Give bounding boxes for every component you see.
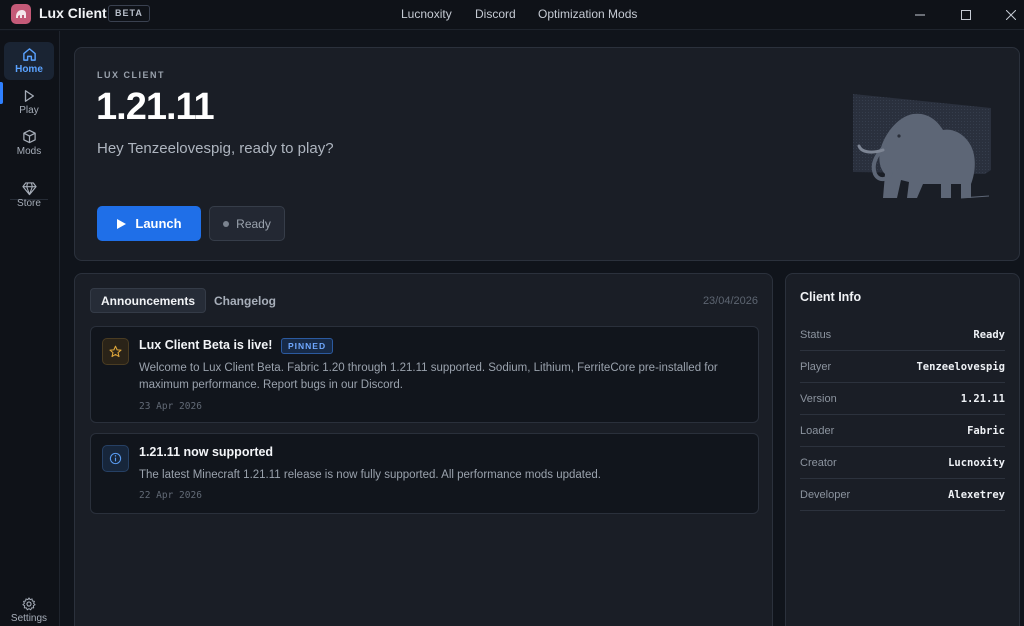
launch-label: Launch <box>135 216 182 231</box>
play-icon <box>24 89 35 102</box>
client-info-title: Client Info <box>800 290 862 304</box>
sidebar-item-label: Store <box>17 198 41 209</box>
sidebar-item-play[interactable]: Play <box>4 83 54 121</box>
info-key: Developer <box>800 488 851 501</box>
info-value: Lucnoxity <box>948 456 1005 469</box>
beta-badge: BETA <box>108 5 150 22</box>
info-icon <box>102 445 129 472</box>
version-heading: 1.21.11 <box>96 86 215 128</box>
nav-link-lucnoxity[interactable]: Lucnoxity <box>401 7 452 21</box>
sidebar-item-label: Mods <box>16 146 42 157</box>
minimize-icon <box>915 14 925 16</box>
title-bar: Lux Client BETA Lucnoxity Discord Optimi… <box>0 0 1024 30</box>
info-row-status: Status Ready <box>800 319 1005 351</box>
app-title: Lux Client <box>39 5 107 21</box>
tab-changelog[interactable]: Changelog <box>204 288 286 313</box>
sidebar-item-home[interactable]: Home <box>4 42 54 80</box>
sidebar-item-label: Play <box>19 104 39 116</box>
card-title: Lux Client Beta is live! <box>139 338 273 352</box>
info-value: 1.21.11 <box>960 392 1005 405</box>
card-body: Welcome to Lux Client Beta. Fabric 1.20 … <box>139 362 718 391</box>
status-label: Ready <box>236 216 271 231</box>
info-row-loader: Loader Fabric <box>800 415 1005 447</box>
close-button[interactable] <box>988 0 1024 30</box>
announcement-card[interactable]: Lux Client Beta is live! PINNED Welcome … <box>90 326 759 423</box>
card-date: 23 Apr 2026 <box>139 401 202 412</box>
sidebar-item-mods[interactable]: Mods <box>4 124 54 162</box>
greeting-text: Hey Tenzeelovespig, ready to play? <box>97 140 334 157</box>
client-info-panel: Client Info Status Ready Player Tenzeelo… <box>785 273 1020 626</box>
hero-label: LUX CLIENT <box>97 70 165 80</box>
play-icon <box>117 218 127 229</box>
close-icon <box>1006 10 1016 20</box>
info-key: Loader <box>800 424 835 437</box>
announcements-panel: Announcements Changelog 23/04/2026 Lux C… <box>74 273 773 626</box>
info-value: Ready <box>973 328 1005 341</box>
gear-icon <box>22 596 36 610</box>
pinned-badge: PINNED <box>281 338 334 354</box>
news-date: 23/04/2026 <box>702 295 758 307</box>
info-value: Alexetrey <box>948 488 1005 501</box>
home-icon <box>22 48 36 61</box>
maximize-icon <box>961 10 971 20</box>
launch-button[interactable]: Launch <box>97 206 201 241</box>
sidebar-item-label: Home <box>15 64 43 75</box>
nav-link-discord[interactable]: Discord <box>475 7 516 21</box>
info-key: Status <box>800 328 832 341</box>
info-value: Tenzeelovespig <box>916 360 1005 373</box>
cube-icon <box>22 129 36 144</box>
sidebar-item-store[interactable]: Store <box>4 176 54 214</box>
announcement-card[interactable]: 1.21.11 now supported The latest Minecra… <box>90 433 759 514</box>
gem-icon <box>21 182 37 196</box>
tab-announcements[interactable]: Announcements <box>90 288 207 313</box>
info-key: Creator <box>800 456 837 469</box>
info-row-developer: Developer Alexetrey <box>800 479 1005 511</box>
nav-link-optimization-mods[interactable]: Optimization Mods <box>538 7 637 21</box>
card-body: The latest Minecraft 1.21.11 release is … <box>139 469 601 481</box>
info-row-version: Version 1.21.11 <box>800 383 1005 415</box>
sidebar-item-label: Settings <box>10 612 48 624</box>
card-date: 22 Apr 2026 <box>139 490 202 501</box>
app-logo-icon <box>11 4 31 24</box>
minimize-button[interactable] <box>897 0 943 30</box>
maximize-button[interactable] <box>943 0 989 30</box>
info-key: Version <box>800 392 837 405</box>
status-dot-icon <box>223 220 230 227</box>
active-indicator <box>0 82 3 104</box>
sidebar-item-settings[interactable]: Settings <box>4 593 54 626</box>
info-value: Fabric <box>967 424 1005 437</box>
mammoth-icon <box>853 94 991 199</box>
sidebar: Home Play Mods Store Settings <box>0 31 60 626</box>
info-key: Player <box>800 360 832 373</box>
status-button[interactable]: Ready <box>209 206 285 241</box>
info-row-player: Player Tenzeelovespig <box>800 351 1005 383</box>
hero-panel: LUX CLIENT 1.21.11 Hey Tenzeelovespig, r… <box>74 47 1020 261</box>
star-icon <box>102 338 129 365</box>
card-title: 1.21.11 now supported <box>139 445 274 459</box>
info-row-creator: Creator Lucnoxity <box>800 447 1005 479</box>
